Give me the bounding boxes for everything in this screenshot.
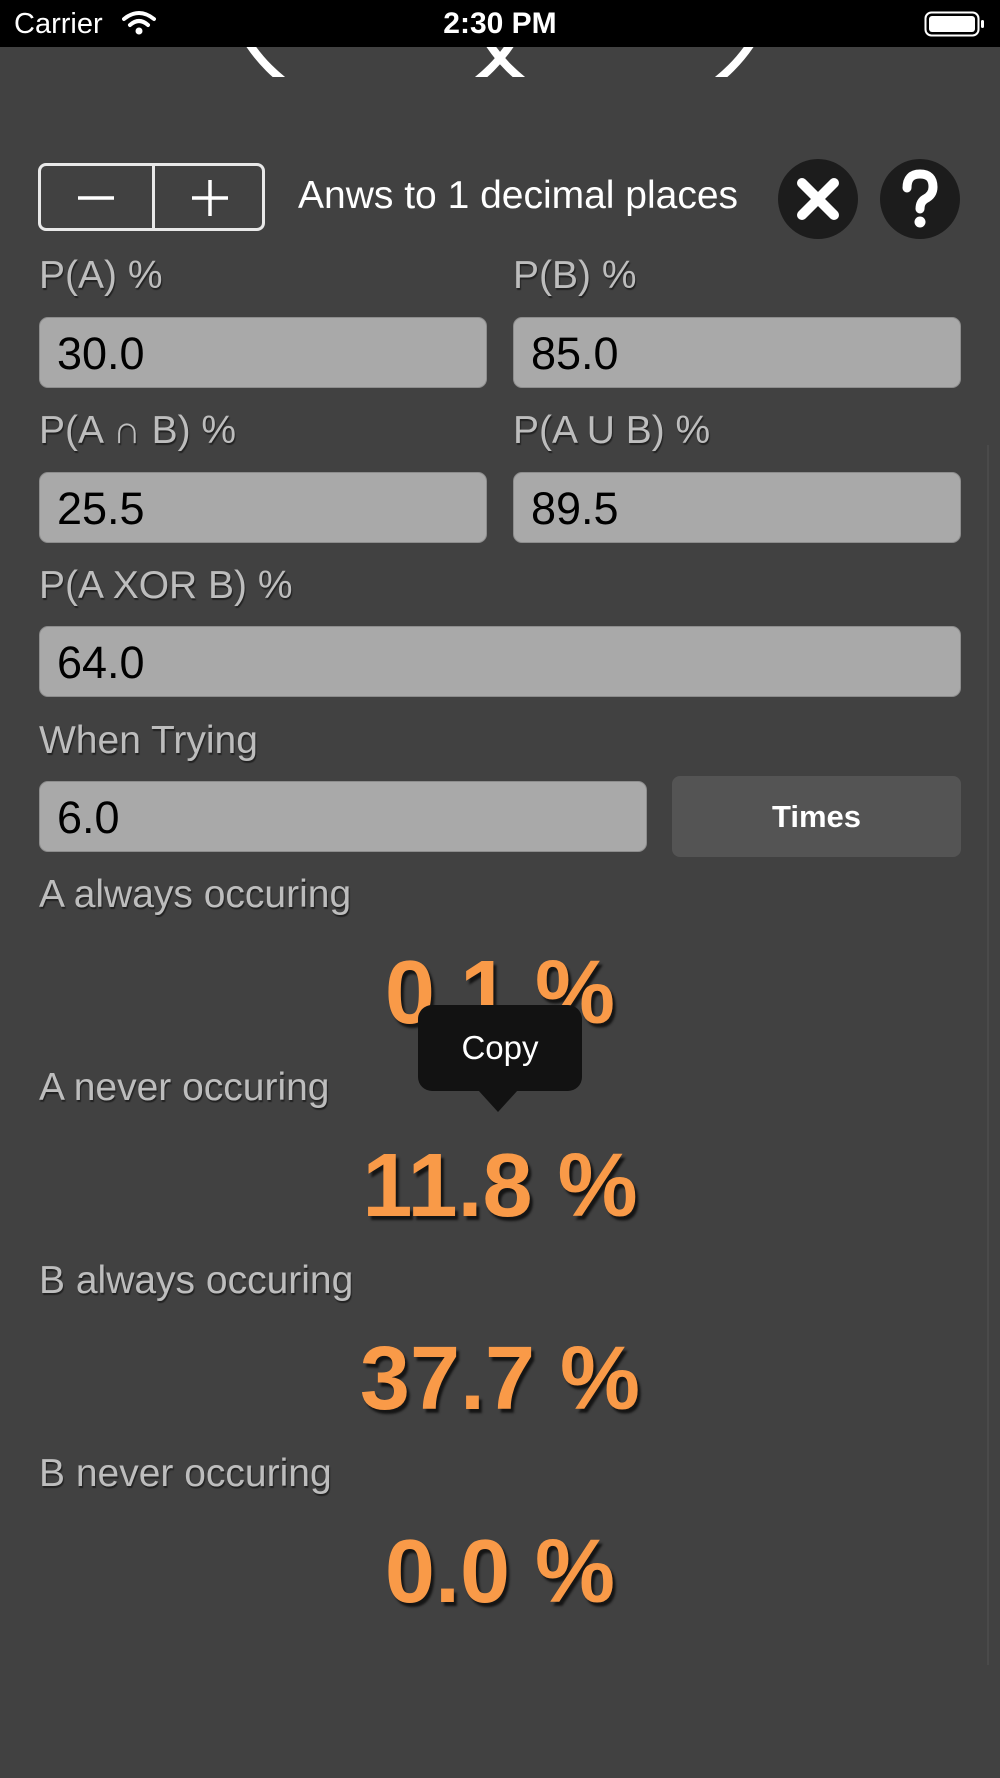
decimal-places-label: Anws to 1 decimal places (298, 174, 739, 217)
p-a-xor-b-label: P(A XOR B) % (39, 564, 293, 607)
p-b-label: P(B) % (513, 254, 637, 297)
precision-stepper[interactable] (38, 163, 265, 231)
b-never-label: B never occuring (39, 1452, 332, 1495)
close-icon (797, 178, 839, 220)
venn-diagram-image (246, 47, 754, 77)
p-a-or-b-input[interactable]: 89.5 (513, 472, 961, 543)
p-a-or-b-label: P(A U B) % (513, 409, 711, 452)
p-a-xor-b-input[interactable]: 64.0 (39, 626, 961, 697)
b-always-value[interactable]: 37.7 % (0, 1328, 1000, 1431)
when-trying-label: When Trying (39, 719, 258, 762)
a-always-label: A always occuring (39, 873, 352, 916)
help-button[interactable] (880, 159, 960, 239)
status-bar: Carrier 2:30 PM (0, 0, 1000, 47)
status-time: 2:30 PM (443, 7, 557, 40)
copy-menu-pointer (478, 1090, 518, 1112)
question-icon (902, 169, 938, 228)
a-never-label: A never occuring (39, 1066, 330, 1109)
battery-icon (924, 11, 984, 37)
p-a-input[interactable]: 30.0 (39, 317, 487, 388)
scrollbar[interactable] (987, 445, 989, 1665)
decrease-button[interactable] (41, 166, 152, 228)
when-trying-input[interactable]: 6.0 (39, 781, 647, 852)
copy-menu-item[interactable]: Copy (418, 1005, 582, 1091)
plus-icon (192, 180, 228, 216)
increase-button[interactable] (152, 166, 266, 228)
p-a-label: P(A) % (39, 254, 163, 297)
minus-icon (78, 196, 114, 200)
p-a-and-b-label: P(A ∩ B) % (39, 409, 237, 452)
times-button[interactable]: Times (672, 776, 961, 857)
b-never-value[interactable]: 0.0 % (0, 1521, 1000, 1624)
p-b-input[interactable]: 85.0 (513, 317, 961, 388)
clear-button[interactable] (778, 159, 858, 239)
p-a-and-b-input[interactable]: 25.5 (39, 472, 487, 543)
a-never-value[interactable]: 11.8 % (0, 1135, 1000, 1238)
b-always-label: B always occuring (39, 1259, 354, 1302)
